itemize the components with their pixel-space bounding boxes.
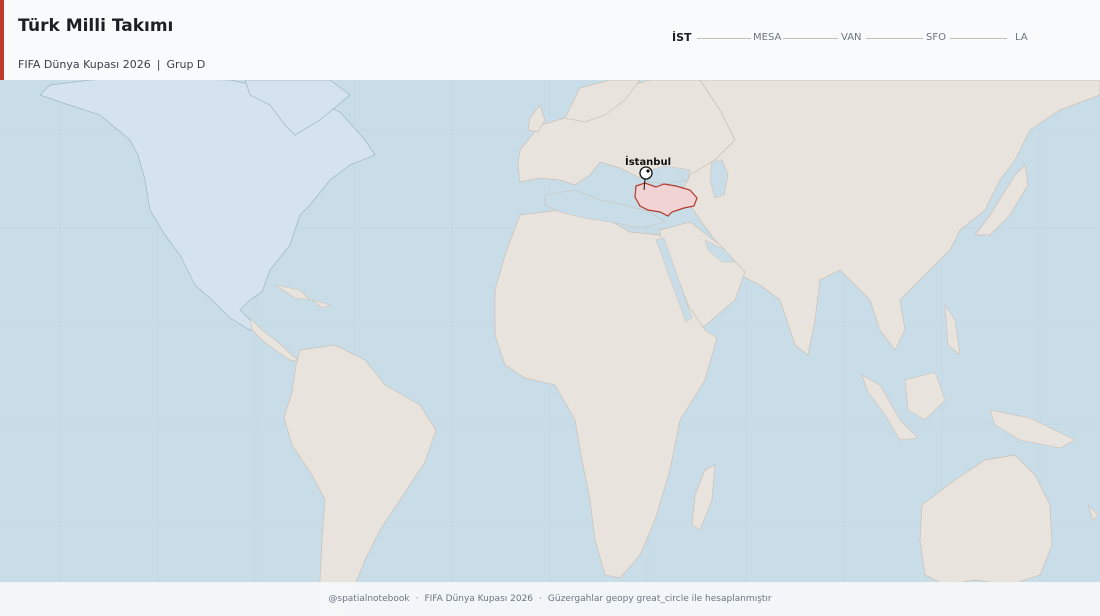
route-connector (697, 38, 751, 39)
route-connector (950, 38, 1007, 39)
tournament-name: FIFA Dünya Kupası 2026 (18, 58, 151, 71)
page-subtitle: FIFA Dünya Kupası 2026 | Grup D (18, 58, 205, 71)
city-label: İstanbul (625, 154, 671, 168)
footer-tournament: FIFA Dünya Kupası 2026 (424, 594, 534, 604)
route-timeline: İST MESA VAN SFO LA (0, 31, 1100, 47)
pin-dot (646, 169, 650, 173)
footer-credits: @spatialnotebook · FIFA Dünya Kupası 2026 ·… (0, 582, 1100, 616)
route-stop[interactable]: MESA (753, 31, 781, 45)
group-name: Grup D (166, 58, 206, 71)
footer-handle: @spatialnotebook (328, 594, 410, 604)
footer-note: Güzergahlar geopy great_circle ile hesap… (547, 594, 772, 604)
route-connector (866, 38, 923, 39)
route-stop[interactable]: VAN (841, 31, 862, 45)
subtitle-separator: | (156, 58, 161, 71)
route-stop[interactable]: İST (672, 31, 692, 45)
route-stop[interactable]: LA (1015, 31, 1028, 45)
route-connector (783, 38, 838, 39)
footer-separator: · (539, 594, 542, 604)
world-map: İstanbul (0, 0, 1100, 616)
route-stop[interactable]: SFO (926, 31, 946, 45)
pin-icon (639, 166, 653, 180)
header-panel: Türk Milli Takımı FIFA Dünya Kupası 2026… (0, 0, 1100, 80)
footer-separator: · (415, 594, 419, 604)
